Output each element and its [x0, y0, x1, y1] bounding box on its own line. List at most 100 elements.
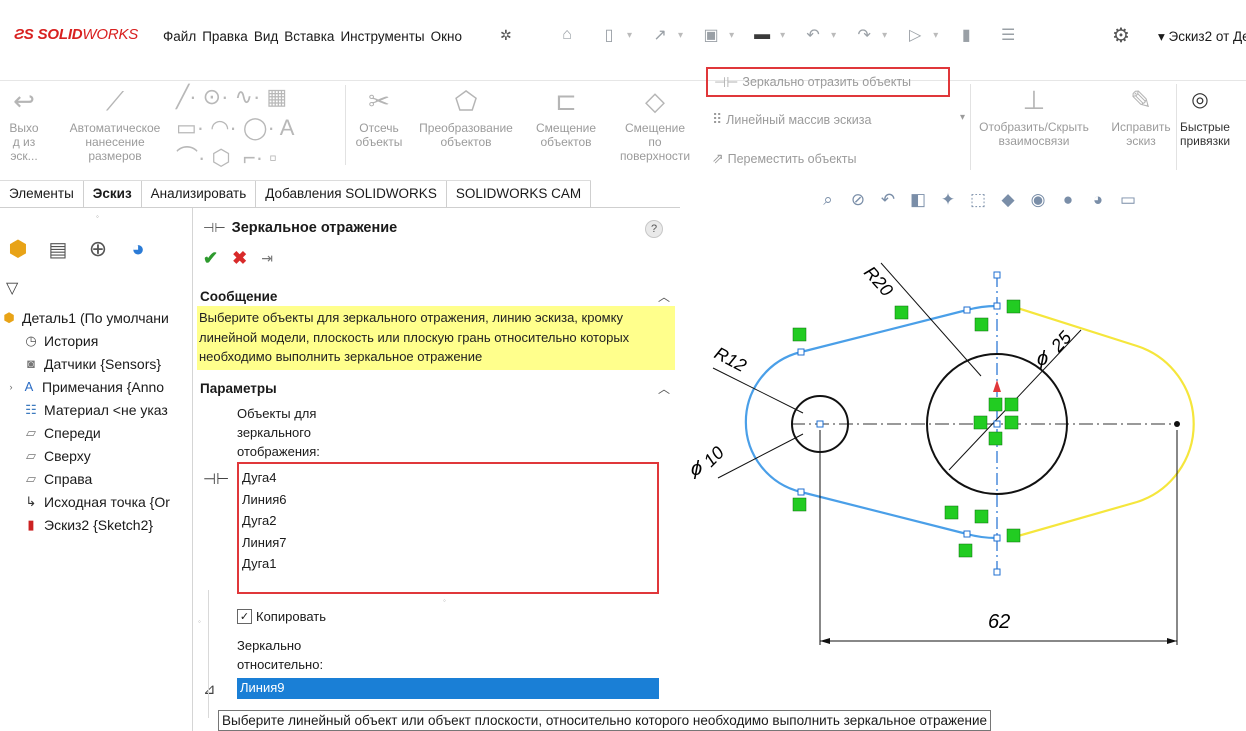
tangent-relation-icon[interactable]	[792, 497, 807, 512]
tangent-relation-icon[interactable]	[792, 327, 807, 342]
message-group-header[interactable]: Сообщение ︿	[200, 284, 678, 308]
menu-file[interactable]: Файл	[162, 29, 197, 44]
file-properties-icon[interactable]: ☰	[994, 20, 1022, 50]
sketch-point[interactable]	[993, 271, 1001, 279]
sketch-point[interactable]	[993, 420, 1001, 428]
copy-option[interactable]: ✓ Копировать	[237, 609, 326, 624]
menu-view[interactable]: Вид	[253, 29, 279, 44]
keep-visible-pin-icon[interactable]: ⇥	[261, 250, 273, 269]
offset-entities-button[interactable]: ⊏ Смещение объектов	[524, 81, 608, 149]
parameters-group-header[interactable]: Параметры ︿	[200, 376, 678, 400]
d10-leader[interactable]	[717, 433, 804, 479]
chevron-down-icon[interactable]: ▾	[729, 30, 734, 41]
sketch-point[interactable]	[816, 420, 824, 428]
redo-icon[interactable]: ↷	[850, 20, 878, 50]
coincident-relation-icon[interactable]	[974, 509, 989, 524]
help-button[interactable]: ?	[645, 220, 663, 238]
cancel-button[interactable]: ✖	[232, 248, 247, 269]
exit-sketch-button[interactable]: ↩ Выхо д из эск...	[0, 81, 48, 163]
rebuild-icon[interactable]: ▮	[952, 20, 980, 50]
convert-entities-button[interactable]: ⬠ Преобразование объектов	[414, 81, 518, 149]
tree-item-annotations[interactable]: › A Примечания {Anno	[0, 375, 193, 398]
menu-window[interactable]: Окно	[430, 29, 463, 44]
r20-leader[interactable]	[880, 262, 982, 377]
polygon-fillet-point-icons[interactable]: ⌒· ⬡ ⌐· ▫	[176, 143, 340, 173]
dim-62-text[interactable]: 62	[988, 611, 1010, 633]
print-icon[interactable]: ▬	[748, 20, 776, 50]
tree-item-origin[interactable]: ↳ Исходная точка {Or	[0, 490, 193, 513]
pin-menu-icon[interactable]: ✲	[500, 27, 512, 44]
r12-leader[interactable]	[712, 367, 804, 414]
list-item[interactable]: Линия6	[242, 489, 654, 511]
undo-icon[interactable]: ↶	[799, 20, 827, 50]
chevron-down-icon[interactable]: ▾	[933, 30, 938, 41]
auto-dimension-button[interactable]: ⟋ Автоматическое нанесение размеров	[60, 81, 170, 163]
save-icon[interactable]: ▣	[697, 20, 725, 50]
tree-item-front-plane[interactable]: ▱ Спереди	[0, 421, 193, 444]
tab-features[interactable]: Элементы	[0, 181, 84, 208]
dim-d25-text[interactable]: 25	[1046, 327, 1076, 357]
options-gear-icon[interactable]: ⚙	[1112, 23, 1130, 48]
resize-grip-icon[interactable]: ◦	[443, 596, 446, 605]
trim-button[interactable]: ✂ Отсечь объекты	[350, 81, 408, 149]
chevron-down-icon[interactable]: ▾	[882, 30, 887, 41]
splitter-grip-icon[interactable]: ◦	[198, 617, 201, 626]
linear-pattern-button[interactable]: ⠿ Линейный массив эскиза	[712, 111, 871, 128]
chevron-down-icon[interactable]: ▾	[831, 30, 836, 41]
tree-item-right-plane[interactable]: ▱ Справа	[0, 467, 193, 490]
sketch-canvas[interactable]: 62 R20 R12 ϕ 10 ϕ 25	[681, 180, 1246, 720]
tangent-relation-icon[interactable]	[894, 305, 909, 320]
feature-manager-tab-icon[interactable]: ⬢	[0, 232, 36, 266]
home-icon[interactable]: ⌂	[553, 20, 581, 50]
chevron-up-icon[interactable]: ︿	[658, 380, 670, 397]
sketch-point[interactable]	[963, 306, 971, 314]
mirror-about-field[interactable]: Линия9	[237, 678, 659, 699]
sketch-point[interactable]	[797, 488, 805, 496]
display-relations-button[interactable]: ⊥ Отобразить/Скрыть взаимосвязи	[974, 80, 1094, 148]
dim-r20-text[interactable]: R20	[860, 262, 897, 300]
solidworks-logo[interactable]: ƧS SOLIDWORKS	[14, 26, 138, 43]
sketch-point[interactable]	[993, 534, 1001, 542]
selected-profile-arcs-lines[interactable]	[744, 304, 998, 540]
tab-sketch[interactable]: Эскиз	[84, 181, 142, 208]
tangent-relation-icon[interactable]	[958, 543, 973, 558]
list-item[interactable]: Линия7	[242, 532, 654, 554]
sketch-point[interactable]	[797, 348, 805, 356]
tree-item-part[interactable]: ⬢ Деталь1 (По умолчани	[0, 306, 193, 329]
chevron-down-icon[interactable]: ▾	[627, 30, 632, 41]
tab-cam[interactable]: SOLIDWORKS CAM	[447, 181, 592, 208]
menu-insert[interactable]: Вставка	[283, 29, 335, 44]
list-item[interactable]: Дуга2	[242, 510, 654, 532]
mirror-entities-button[interactable]: ⊣⊢ Зеркально отразить объекты	[706, 67, 950, 97]
sketch-point[interactable]	[993, 568, 1001, 576]
tangent-relation-icon[interactable]	[944, 505, 959, 520]
entities-to-mirror-list[interactable]: Дуга4 Линия6 Дуга2 Линия7 Дуга1	[237, 462, 659, 594]
symmetric-relation-icon[interactable]	[1006, 299, 1021, 314]
tree-item-history[interactable]: ◷ История	[0, 329, 193, 352]
list-item[interactable]: Дуга1	[242, 553, 654, 575]
panel-splitter[interactable]	[193, 590, 209, 718]
panel-grip-icon[interactable]: ◦	[96, 212, 99, 221]
quick-snaps-button[interactable]: ◎ Быстрые привязки	[1180, 80, 1246, 148]
property-manager-tab-icon[interactable]: ▤	[40, 232, 76, 266]
menu-tools[interactable]: Инструменты	[339, 29, 425, 44]
expand-icon[interactable]: ›	[6, 382, 16, 392]
display-manager-tab-icon[interactable]: ◕	[120, 232, 156, 266]
sketch-point[interactable]	[963, 530, 971, 538]
vertical-relation-icon[interactable]	[973, 415, 988, 430]
symmetric-relation-icon[interactable]	[1006, 528, 1021, 543]
coincident-relation-icon[interactable]	[988, 397, 1003, 412]
new-document-icon[interactable]: ▯	[595, 20, 623, 50]
tree-item-sensors[interactable]: ◙ Датчики {Sensors}	[0, 352, 193, 375]
tab-addins[interactable]: Добавления SOLIDWORKS	[256, 181, 447, 208]
coincident-relation-icon[interactable]	[974, 317, 989, 332]
move-entities-button[interactable]: ⇗ Переместить объекты	[712, 150, 856, 167]
offset-surface-button[interactable]: ◇ Смещение по поверхности	[610, 81, 700, 163]
dim-r12-text[interactable]: R12	[711, 343, 750, 376]
line-circle-spline-icons[interactable]: ╱· ⊙· ∿· ▦	[176, 81, 340, 113]
tab-evaluate[interactable]: Анализировать	[142, 181, 257, 208]
list-item[interactable]: Дуга4	[242, 467, 654, 489]
open-icon[interactable]: ↗	[646, 20, 674, 50]
chevron-up-icon[interactable]: ︿	[658, 288, 670, 305]
menu-edit[interactable]: Правка	[201, 29, 249, 44]
